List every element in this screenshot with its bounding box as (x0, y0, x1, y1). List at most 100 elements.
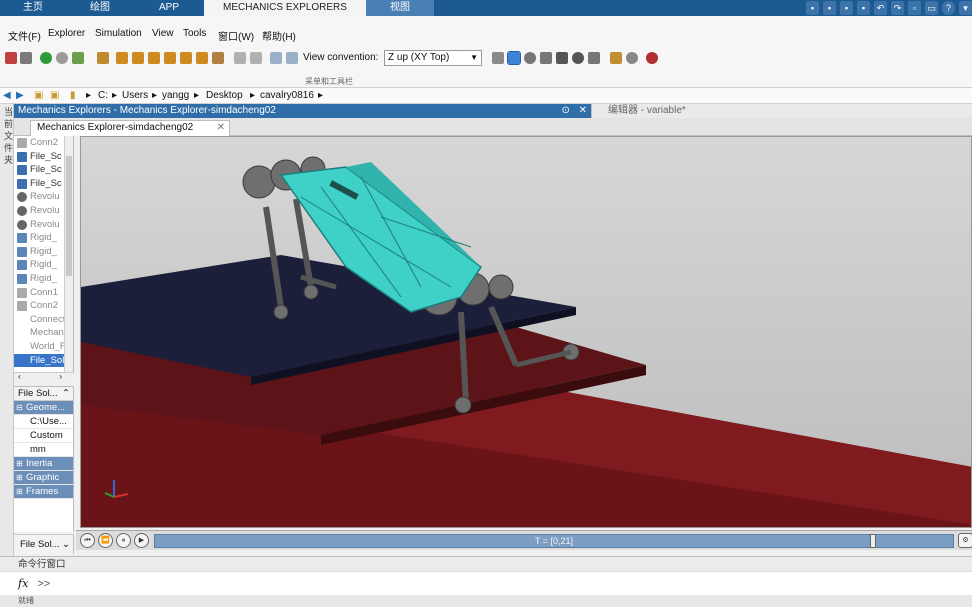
timeline-handle[interactable] (870, 534, 876, 548)
breadcrumb-project[interactable]: cavalry0816 (260, 90, 314, 101)
copy-icon[interactable]: ▪ (840, 1, 853, 15)
view-right-icon[interactable] (164, 52, 176, 64)
window-title: Mechanics Explorers - Mechanics Explorer… (18, 105, 276, 116)
up-folder-icon[interactable]: ▣ (34, 90, 43, 101)
breadcrumb-desktop[interactable]: Desktop (206, 90, 243, 101)
menu-explorer[interactable]: Explorer (48, 28, 85, 39)
zoom-icon[interactable] (572, 52, 584, 64)
cut-icon[interactable]: ▪ (823, 1, 836, 15)
menu-view[interactable]: View (152, 28, 174, 39)
view-bottom-icon[interactable] (196, 52, 208, 64)
step-back-icon[interactable]: ⏪ (98, 533, 113, 548)
property-value[interactable]: Custom (14, 429, 73, 443)
command-prompt: >> (37, 578, 51, 590)
close-icon[interactable]: ✕ (579, 105, 587, 116)
tab-home[interactable]: 主页 (0, 0, 66, 16)
fx-icon[interactable]: fx (18, 577, 28, 590)
tree-item-label: Revolu (30, 218, 60, 230)
property-footer-label: File Sol... (20, 539, 60, 550)
model-tree: Conn2 File_Sc File_Sc File_Sc Revolu Revolu Re… (14, 136, 74, 372)
save-icon[interactable]: ▪ (806, 1, 819, 15)
undo-icon[interactable]: ↶ (874, 1, 887, 15)
four-views-icon[interactable] (286, 52, 298, 64)
window-menu-icon[interactable]: ⊙ (561, 105, 569, 116)
command-window-titlebar: 命令行窗口 (0, 556, 972, 571)
command-window[interactable]: fx >> (0, 571, 972, 595)
ribbon-options-icon[interactable]: ▾ (959, 1, 972, 15)
open-model-icon[interactable] (5, 52, 17, 64)
property-value[interactable]: mm (14, 443, 73, 457)
stop-icon[interactable] (56, 52, 68, 64)
view-top-icon[interactable] (180, 52, 192, 64)
switch-windows-icon[interactable]: ▫ (908, 1, 921, 15)
property-group[interactable]: Geome... (14, 401, 73, 415)
current-folder-strip[interactable]: 当 前 文 件 夹 (0, 104, 14, 556)
tree-item-label: Conn2 (30, 137, 58, 148)
roll-icon[interactable] (540, 52, 552, 64)
run-icon[interactable] (40, 52, 52, 64)
property-group[interactable]: Graphic (14, 471, 73, 485)
rotate-icon[interactable] (524, 52, 536, 64)
pause-icon[interactable]: ⏸ (116, 533, 131, 548)
view-left-icon[interactable] (148, 52, 160, 64)
save-view-icon[interactable] (20, 52, 32, 64)
menu-tools[interactable]: Tools (183, 28, 206, 39)
editor-titlebar[interactable]: 编辑器 - variable* (591, 104, 972, 118)
fit-to-view-icon[interactable] (492, 52, 504, 64)
redo-icon[interactable]: ↷ (891, 1, 904, 15)
view-front-icon[interactable] (116, 52, 128, 64)
view-iso-icon[interactable] (212, 52, 224, 64)
playback-settings-icon[interactable]: ⚙ (958, 533, 972, 548)
record-icon[interactable] (646, 52, 658, 64)
tree-scrollbar[interactable] (64, 136, 73, 372)
tab-apps[interactable]: APP (134, 0, 204, 16)
property-group[interactable]: Frames (14, 485, 73, 499)
split-horizontal-icon[interactable] (250, 52, 262, 64)
single-view-icon[interactable] (234, 52, 246, 64)
chevron-down-icon: ▼ (470, 53, 478, 62)
forward-icon[interactable]: ▶ (16, 90, 24, 101)
tab-view[interactable]: 视图 (366, 0, 434, 16)
3d-viewport[interactable] (80, 136, 972, 528)
paste-icon[interactable]: ▪ (857, 1, 870, 15)
chevron-up-icon[interactable]: ⌃ (62, 387, 70, 401)
box-zoom-icon[interactable] (588, 52, 600, 64)
centre-of-mass-icon[interactable] (610, 52, 622, 64)
tab-mechanics-explorers[interactable]: MECHANICS EXPLORERS (204, 0, 366, 16)
frames-icon[interactable] (626, 52, 638, 64)
ribbon: 文件(F) Explorer Simulation View Tools 窗口(… (0, 16, 972, 88)
scroll-right-icon[interactable]: › (59, 372, 62, 381)
status-text: 就绪 (18, 596, 34, 605)
menu-help[interactable]: 帮助(H) (262, 28, 296, 43)
view-convention-select[interactable]: Z up (XY Top) ▼ (384, 50, 482, 66)
tab-plots[interactable]: 绘图 (66, 0, 134, 16)
rewind-icon[interactable]: ⏮ (80, 533, 95, 548)
menu-file[interactable]: 文件(F) (8, 28, 41, 43)
breadcrumb-users[interactable]: Users (122, 90, 148, 101)
browse-folder-icon[interactable]: ▣ (50, 90, 59, 101)
breadcrumb-drive[interactable]: C: (98, 90, 108, 101)
playback-bar: ⏮ ⏪ ⏸ ▶ T = [0,21] ⚙ (76, 530, 972, 550)
view-back-icon[interactable] (132, 52, 144, 64)
pan-icon[interactable] (556, 52, 568, 64)
play-icon[interactable]: ▶ (134, 533, 149, 548)
update-diagram-icon[interactable] (72, 52, 84, 64)
back-icon[interactable]: ◀ (3, 90, 11, 101)
menu-simulation[interactable]: Simulation (95, 28, 142, 39)
close-tab-icon[interactable]: ✕ (217, 121, 225, 135)
help-icon[interactable]: ? (942, 1, 955, 15)
tab-mechanics-explorer[interactable]: Mechanics Explorer-simdacheng02 ✕ (30, 120, 230, 136)
property-panel-footer[interactable]: File Sol... ⌄ (14, 534, 74, 554)
minimize-ribbon-icon[interactable]: ▭ (925, 1, 938, 15)
property-value[interactable]: C:\Use... (14, 415, 73, 429)
scroll-left-icon[interactable]: ‹ (18, 372, 21, 381)
tree-horizontal-scrollbar[interactable]: ‹ › (14, 372, 74, 382)
toggle-tree-icon[interactable] (97, 52, 109, 64)
select-icon[interactable] (507, 51, 521, 65)
property-group[interactable]: Inertia (14, 457, 73, 471)
property-panel-header[interactable]: File Sol... ⌃ (14, 387, 73, 401)
timeline-slider[interactable]: T = [0,21] (154, 534, 954, 548)
breadcrumb-user[interactable]: yangg (162, 90, 189, 101)
split-vertical-icon[interactable] (270, 52, 282, 64)
menu-window[interactable]: 窗口(W) (218, 28, 254, 43)
